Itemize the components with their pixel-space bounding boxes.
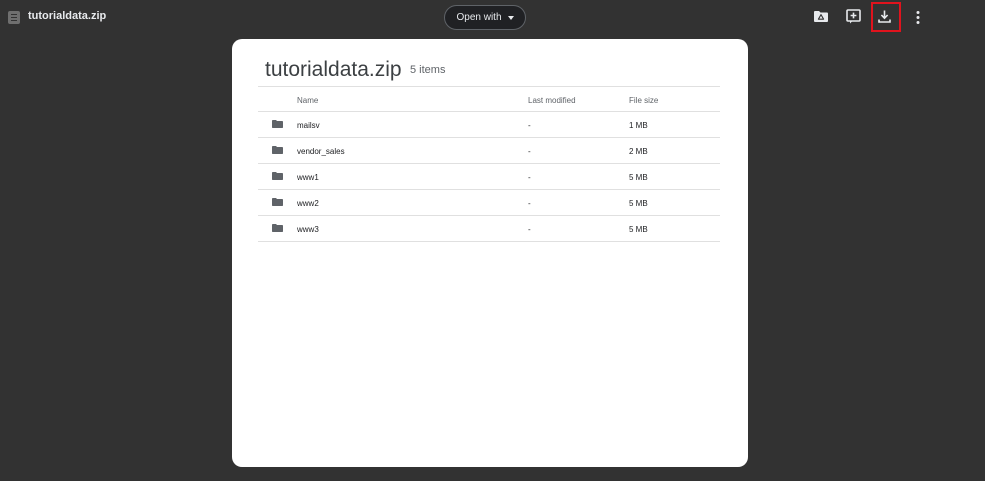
item-count: 5 items xyxy=(410,64,446,76)
row-last-modified: - xyxy=(528,173,531,182)
folder-icon xyxy=(272,146,283,154)
column-name[interactable]: Name xyxy=(297,96,318,105)
row-last-modified: - xyxy=(528,225,531,234)
folder-icon xyxy=(272,198,283,206)
archive-preview-card: tutorialdata.zip 5 items Name Last modif… xyxy=(232,39,748,467)
folder-icon xyxy=(272,120,283,128)
table-row[interactable]: www2 - 5 MB xyxy=(258,190,720,216)
row-file-size: 5 MB xyxy=(629,225,648,234)
row-file-size: 2 MB xyxy=(629,147,648,156)
table-header: Name Last modified File size xyxy=(258,86,720,112)
table-row[interactable]: www1 - 5 MB xyxy=(258,164,720,190)
row-file-size: 5 MB xyxy=(629,173,648,182)
row-name: vendor_sales xyxy=(297,147,345,156)
file-title: tutorialdata.zip xyxy=(28,10,107,22)
more-vert-icon[interactable] xyxy=(914,10,922,25)
row-last-modified: - xyxy=(528,199,531,208)
table-row[interactable]: mailsv - 1 MB xyxy=(258,112,720,138)
caret-down-icon xyxy=(507,15,514,20)
column-last-modified[interactable]: Last modified xyxy=(528,96,576,105)
add-to-drive-icon[interactable] xyxy=(814,11,828,22)
top-bar: tutorialdata.zip Open with xyxy=(0,0,985,36)
folder-icon xyxy=(272,224,283,232)
table-row[interactable]: vendor_sales - 2 MB xyxy=(258,138,720,164)
row-name: www1 xyxy=(297,173,319,182)
row-name: mailsv xyxy=(297,121,320,130)
row-name: www3 xyxy=(297,225,319,234)
column-file-size[interactable]: File size xyxy=(629,96,658,105)
document-icon xyxy=(8,11,20,24)
row-file-size: 5 MB xyxy=(629,199,648,208)
add-box-icon[interactable] xyxy=(846,9,861,24)
file-table: Name Last modified File size mailsv - 1 … xyxy=(258,86,720,242)
row-last-modified: - xyxy=(528,121,531,130)
table-row[interactable]: www3 - 5 MB xyxy=(258,216,720,242)
folder-icon xyxy=(272,172,283,180)
row-file-size: 1 MB xyxy=(629,121,648,130)
open-with-button[interactable]: Open with xyxy=(444,5,526,30)
row-name: www2 xyxy=(297,199,319,208)
open-with-label: Open with xyxy=(456,12,502,23)
row-last-modified: - xyxy=(528,147,531,156)
download-icon[interactable] xyxy=(877,9,892,24)
archive-title: tutorialdata.zip xyxy=(265,58,402,81)
